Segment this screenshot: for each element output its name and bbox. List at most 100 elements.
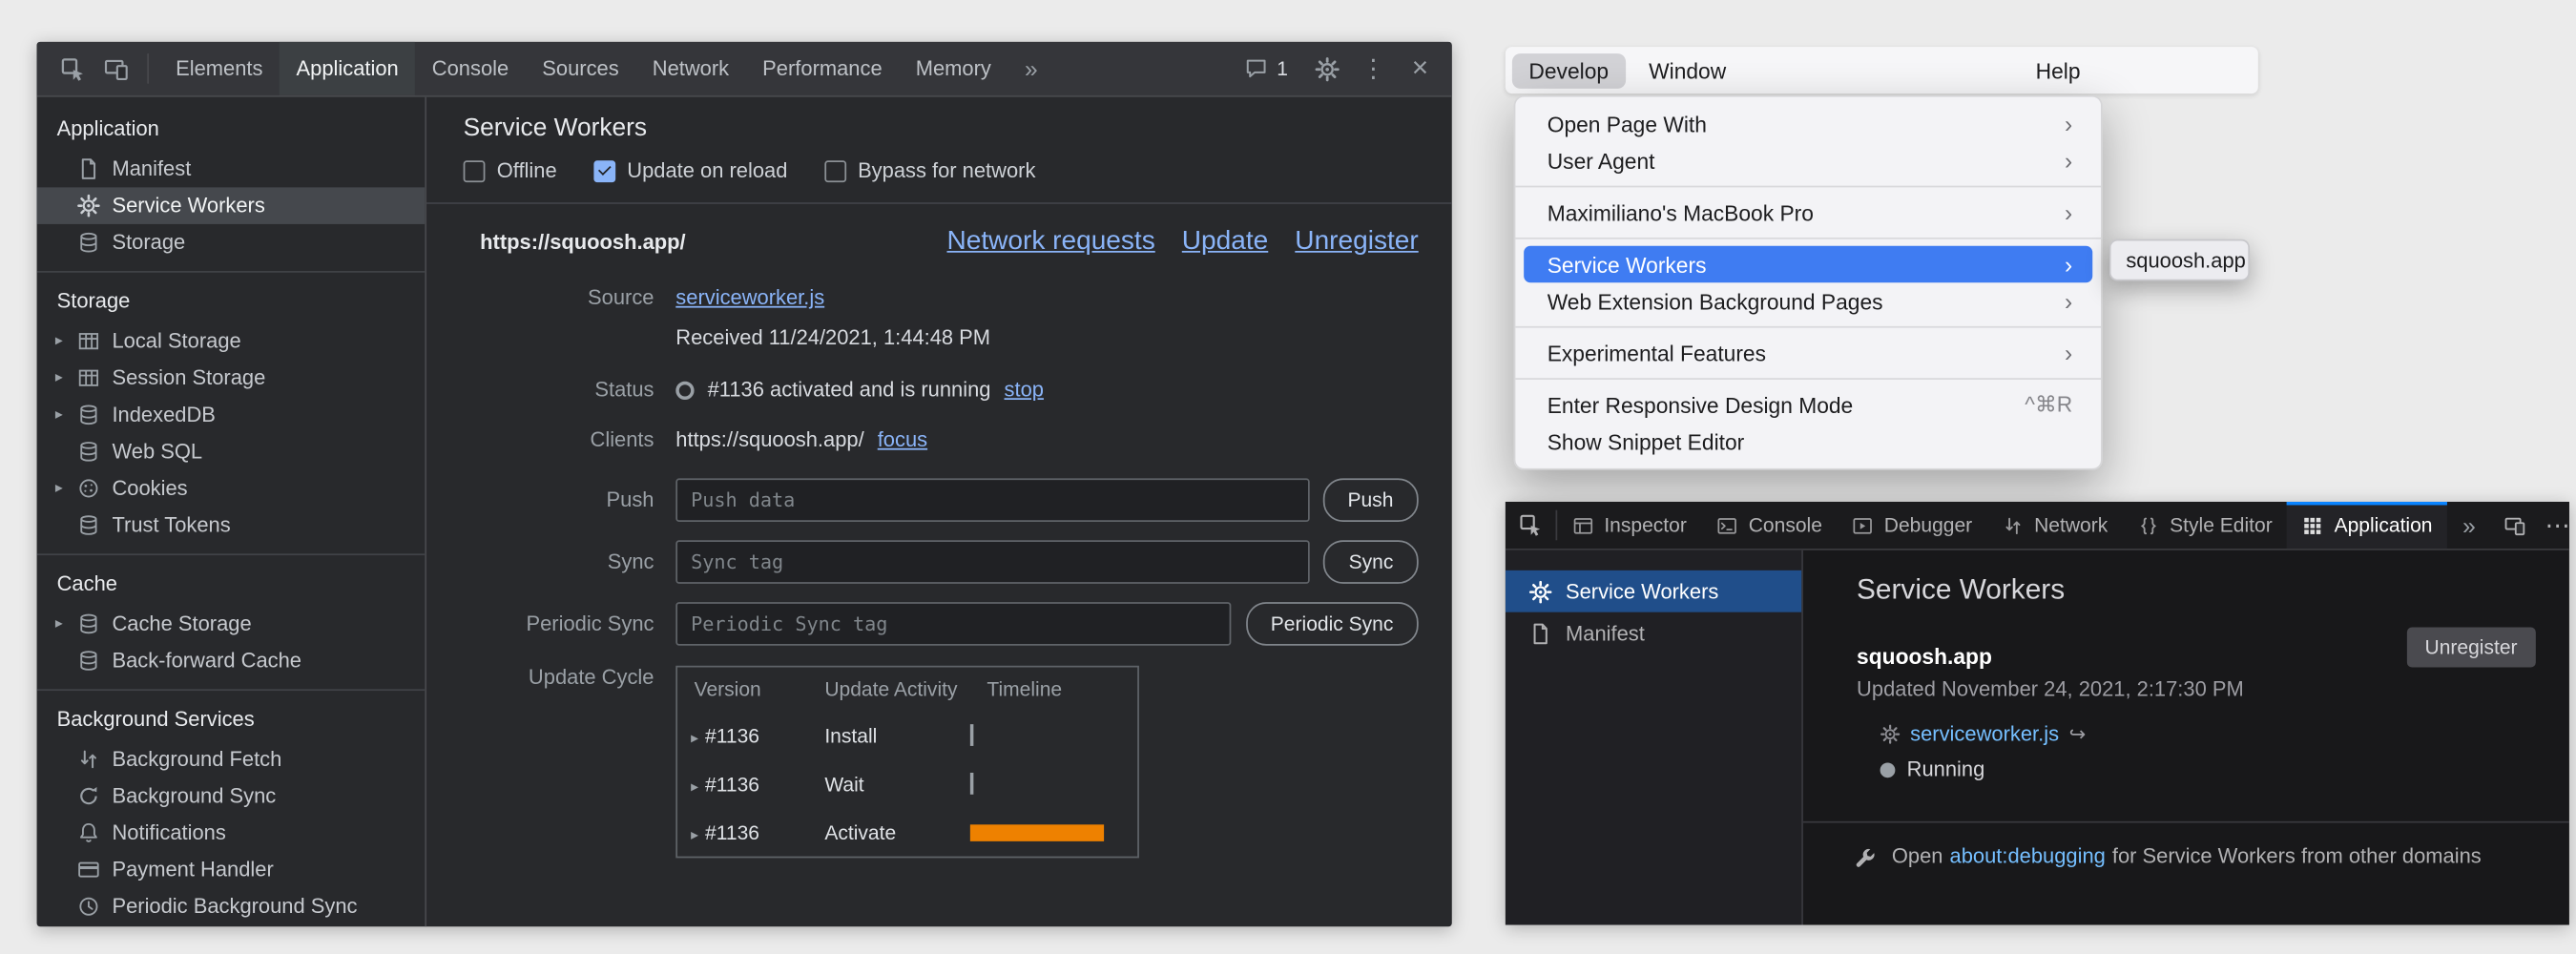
issues-counter[interactable]: 1 [1232,57,1301,81]
push-button[interactable]: Push [1322,478,1419,522]
unregister-button[interactable]: Unregister [2406,627,2536,667]
menu-window[interactable]: Window [1632,52,1743,88]
sidebar-item-session-storage[interactable]: Session Storage [37,360,426,397]
sidebar-item-indexeddb[interactable]: IndexedDB [37,397,426,434]
sidebar-item-web-sql[interactable]: Web SQL [37,433,426,470]
sidebar-section-application: Application Manifest Service Workers Sto… [37,107,426,273]
inspector-icon [1572,514,1594,536]
menu-item-user-agent[interactable]: User Agent [1524,142,2092,179]
tab-performance[interactable]: Performance [746,42,900,95]
submenu-chevron-icon [2065,340,2072,366]
unregister-link[interactable]: Unregister [1295,227,1418,258]
menu-item-enter-responsive-design-mode[interactable]: Enter Responsive Design Mode ^⌘R [1524,386,2092,424]
sync-input[interactable] [675,540,1310,584]
chrome-devtools-panel: Elements Application Console Sources Net… [37,42,1452,926]
tab-inspector[interactable]: Inspector [1557,502,1701,549]
sidebar-item-storage[interactable]: Storage [37,224,426,261]
menu-item-web-extension-background-pages[interactable]: Web Extension Background Pages [1524,282,2092,320]
sidebar-item-manifest[interactable]: Manifest [1506,612,1801,654]
checkbox-icon[interactable] [464,159,486,181]
bypass-for-network-checkbox[interactable]: Bypass for network [824,159,1035,183]
tab-elements[interactable]: Elements [159,42,280,95]
tab-application[interactable]: Application [280,42,415,95]
sidebar-item-back-forward-cache[interactable]: Back-forward Cache [37,642,426,679]
sidebar-item-cache-storage[interactable]: Cache Storage [37,606,426,643]
firefox-toolbar: Inspector Console Debugger Network Style… [1506,502,2569,550]
tab-console[interactable]: Console [1702,502,1838,549]
network-requests-link[interactable]: Network requests [946,227,1154,258]
worker-file-link[interactable]: serviceworker.js [1910,722,2059,746]
sidebar-item-local-storage[interactable]: Local Storage [37,322,426,360]
sidebar-item-trust-tokens[interactable]: Trust Tokens [37,507,426,544]
arrows-updown-icon [77,748,101,772]
tab-network[interactable]: Network [1987,502,2123,549]
source-file-link[interactable]: serviceworker.js [675,286,824,310]
kebab-menu-icon[interactable] [1352,47,1396,91]
periodic-sync-input[interactable] [675,602,1231,646]
sidebar-item-notifications[interactable]: Notifications [37,815,426,852]
menu-item-open-page-with[interactable]: Open Page With [1524,105,2092,142]
menu-item-macbook-pro[interactable]: Maximiliano's MacBook Pro [1524,194,2092,231]
focus-link[interactable]: focus [878,428,927,452]
sidebar-item-background-sync[interactable]: Background Sync [37,778,426,815]
submenu-chevron-icon [2065,199,2072,226]
periodic-sync-button[interactable]: Periodic Sync [1245,602,1418,646]
service-workers-header: Service Workers Offline Update on reload [426,97,1452,204]
row-expander-icon[interactable] [691,723,698,747]
table-row: #1136 Install [677,711,1137,759]
checkbox-checked-icon[interactable] [593,159,615,181]
inspect-element-icon[interactable] [51,47,94,91]
menu-develop[interactable]: Develop [1512,52,1626,88]
sync-button[interactable]: Sync [1323,540,1418,584]
settings-gear-icon[interactable] [1304,47,1348,91]
tab-sources[interactable]: Sources [526,42,635,95]
sidebar-item-payment-handler[interactable]: Payment Handler [37,851,426,888]
meatball-menu-icon[interactable] [2536,502,2569,549]
firefox-devtools-panel: Inspector Console Debugger Network Style… [1506,502,2569,925]
toolbar-right-actions [2491,502,2569,549]
sidebar-item-service-workers[interactable]: Service Workers [1506,570,1801,612]
about-debugging-link[interactable]: about:debugging [1950,844,2106,868]
device-toolbar-icon[interactable] [93,47,137,91]
field-label: Source [426,286,675,310]
responsive-design-icon[interactable] [2492,502,2536,549]
status-indicator-dot [675,381,694,399]
node-picker-icon[interactable] [1506,502,1556,549]
received-timestamp: Received 11/24/2021, 1:44:48 PM [675,326,990,350]
row-expander-icon[interactable] [691,820,698,844]
menu-item-service-workers[interactable]: Service Workers [1524,246,2092,283]
sidebar-item-manifest[interactable]: Manifest [37,151,426,188]
menu-item-experimental-features[interactable]: Experimental Features [1524,335,2092,372]
sidebar-item-background-fetch[interactable]: Background Fetch [37,741,426,778]
toolbar-right-actions: 1 [1232,47,1442,91]
page-title: Service Workers [464,114,1452,142]
tab-network[interactable]: Network [635,42,745,95]
tab-memory[interactable]: Memory [899,42,1008,95]
mac-menubar: Develop Window Help [1506,47,2258,93]
menu-item-show-snippet-editor[interactable]: Show Snippet Editor [1524,424,2092,461]
checkbox-icon[interactable] [824,159,846,181]
sidebar-item-cookies[interactable]: Cookies [37,470,426,508]
sidebar-item-periodic-background-sync[interactable]: Periodic Background Sync [37,888,426,925]
options-row: Offline Update on reload Bypass for netw… [464,159,1452,203]
close-icon[interactable] [1399,47,1443,91]
keyboard-shortcut: ^⌘R [2025,391,2072,418]
submenu-squoosh-app[interactable]: squoosh.app [2109,239,2250,281]
more-tabs-icon[interactable] [1008,42,1054,95]
offline-checkbox[interactable]: Offline [464,159,557,183]
update-link[interactable]: Update [1182,227,1268,258]
sidebar-item-service-workers[interactable]: Service Workers [37,187,426,224]
clock-icon [77,895,101,919]
tab-debugger[interactable]: Debugger [1838,502,1987,549]
more-tabs-icon[interactable] [2447,502,2490,549]
worker-icon [1880,724,1901,744]
row-expander-icon[interactable] [691,772,698,796]
tab-application[interactable]: Application [2287,502,2447,549]
tab-style-editor[interactable]: Style Editor [2123,502,2287,549]
push-input[interactable] [675,478,1309,522]
tab-console[interactable]: Console [415,42,525,95]
update-on-reload-checkbox[interactable]: Update on reload [593,159,787,183]
menu-help[interactable]: Help [2019,52,2097,88]
stop-link[interactable]: stop [1005,378,1044,402]
status-text: #1136 activated and is running [708,378,991,402]
